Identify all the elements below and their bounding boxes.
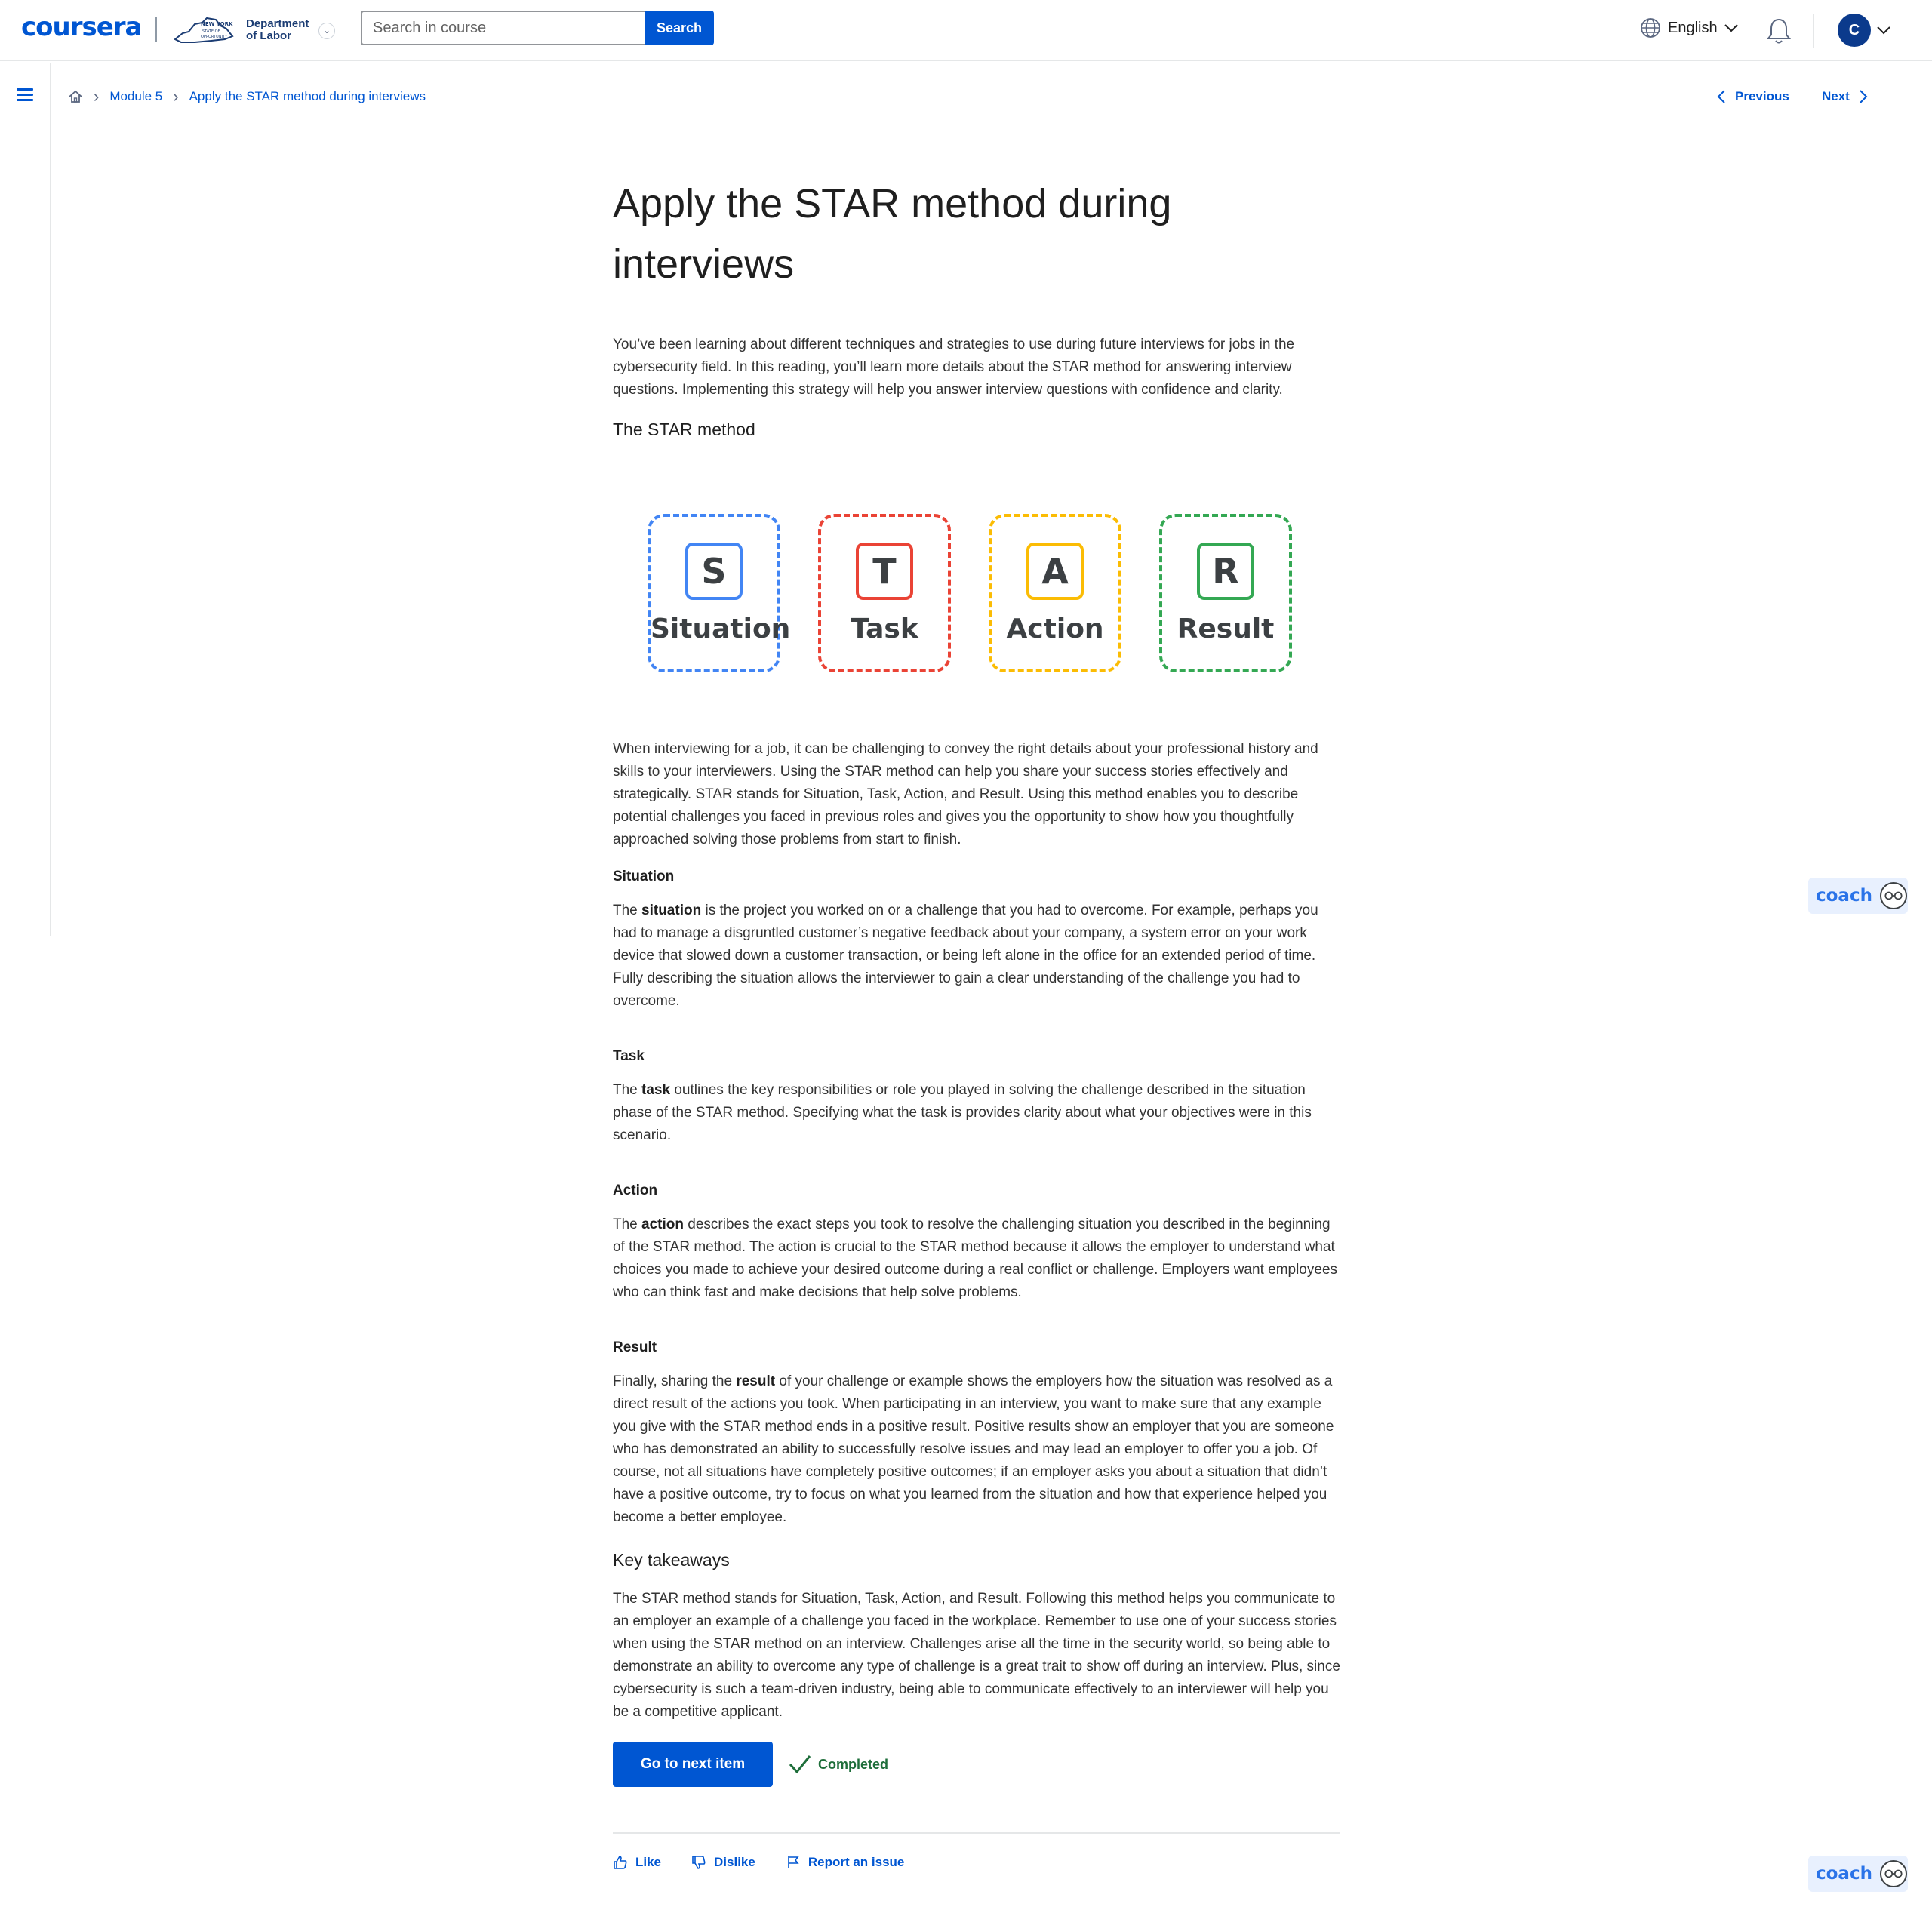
dislike-button[interactable]: Dislike xyxy=(691,1855,755,1870)
report-issue-label: Report an issue xyxy=(808,1855,905,1869)
star-overview-paragraph: When interviewing for a job, it can be c… xyxy=(613,741,1318,847)
action-text-pre: The xyxy=(613,1216,642,1232)
svg-text:NEW YORK: NEW YORK xyxy=(201,21,233,27)
previous-item-button[interactable]: Previous xyxy=(1717,86,1789,107)
flag-icon xyxy=(788,1856,799,1868)
top-navigation-bar: coursera NEW YORK STATE OF OPPORTUNITY D… xyxy=(0,0,1932,61)
partner-logo[interactable]: NEW YORK STATE OF OPPORTUNITY Department… xyxy=(172,12,318,48)
star-card-action: A Action xyxy=(989,514,1121,672)
thumbs-down-icon xyxy=(692,1856,706,1869)
logo-divider xyxy=(155,17,157,42)
search-button[interactable]: Search xyxy=(645,11,714,45)
breadcrumb-module-link[interactable]: Module 5 xyxy=(109,89,162,104)
key-takeaways-paragraph: The STAR method stands for Situation, Ta… xyxy=(613,1591,1340,1720)
situation-term: situation xyxy=(641,903,702,918)
coach-button[interactable]: coach xyxy=(1808,878,1908,914)
chevron-left-icon xyxy=(1717,90,1725,103)
completed-label: Completed xyxy=(818,1756,889,1772)
partner-chevron-down-icon[interactable]: ⌄ xyxy=(318,23,335,39)
situation-paragraph: The situation is the project you worked … xyxy=(613,900,1340,1013)
star-card-task: T Task xyxy=(818,514,951,672)
breadcrumb-chevron-icon: › xyxy=(94,87,100,106)
star-letter: R xyxy=(1197,543,1254,600)
header-divider xyxy=(1813,14,1814,48)
page-title: Apply the STAR method during interviews xyxy=(613,181,1172,287)
account-chevron-down-icon[interactable] xyxy=(1876,23,1891,38)
result-text-post: of your challenge or example shows the e… xyxy=(613,1373,1334,1525)
next-item-link[interactable]: Next xyxy=(1822,86,1868,107)
coach-button-bottom[interactable]: coach xyxy=(1808,1856,1908,1892)
star-letter: S xyxy=(685,543,743,600)
situation-heading: Situation xyxy=(613,869,675,884)
course-search: Search xyxy=(361,11,714,45)
chevron-right-icon xyxy=(1860,90,1868,103)
checkmark-icon xyxy=(789,1755,811,1774)
chevron-down-icon xyxy=(1724,24,1738,32)
result-paragraph: Finally, sharing the result of your chal… xyxy=(613,1370,1340,1529)
star-word: Task xyxy=(851,614,918,644)
star-letter: A xyxy=(1026,543,1084,600)
svg-text:OPPORTUNITY: OPPORTUNITY xyxy=(201,35,228,39)
dislike-label: Dislike xyxy=(714,1855,755,1869)
action-term: action xyxy=(641,1216,684,1232)
star-method-diagram: S Situation T Task A Action R Result xyxy=(613,457,1340,729)
report-issue-button[interactable]: Report an issue xyxy=(786,1855,905,1870)
star-card-result: R Result xyxy=(1159,514,1292,672)
star-letter: T xyxy=(856,543,913,600)
new-york-state-mark-icon: NEW YORK STATE OF OPPORTUNITY xyxy=(174,17,234,43)
star-word: Situation xyxy=(651,614,791,644)
search-input[interactable] xyxy=(361,11,645,45)
language-label: English xyxy=(1668,19,1718,36)
star-word: Result xyxy=(1177,614,1275,644)
coach-glasses-icon xyxy=(1879,882,1907,909)
coach-label: coach xyxy=(1816,886,1872,906)
task-paragraph: The task outlines the key responsibiliti… xyxy=(613,1079,1340,1147)
intro-paragraph: You’ve been learning about different tec… xyxy=(613,337,1295,398)
feedback-divider xyxy=(613,1832,1340,1834)
thumbs-up-icon xyxy=(614,1856,627,1869)
feedback-bar: Like Dislike Report an issue xyxy=(613,1855,1340,1870)
breadcrumb: › Module 5 › Apply the STAR method durin… xyxy=(68,86,426,107)
action-text-post: describes the exact steps you took to re… xyxy=(613,1216,1338,1300)
situation-text-pre: The xyxy=(613,903,642,918)
completed-status: Completed xyxy=(788,1754,888,1775)
task-term: task xyxy=(641,1082,671,1098)
star-card-situation: S Situation xyxy=(648,514,791,672)
coursera-logo[interactable]: coursera xyxy=(21,12,142,42)
action-heading: Action xyxy=(613,1183,658,1198)
star-method-heading: The STAR method xyxy=(613,420,755,439)
task-text-post: outlines the key responsibilities or rol… xyxy=(613,1082,1312,1143)
course-side-rail xyxy=(0,63,51,936)
previous-label: Previous xyxy=(1735,89,1789,103)
task-text-pre: The xyxy=(613,1082,642,1098)
notifications-bell-icon[interactable] xyxy=(1766,17,1792,45)
next-label: Next xyxy=(1822,89,1850,103)
svg-text:STATE OF: STATE OF xyxy=(202,29,220,34)
star-word: Action xyxy=(1006,614,1104,644)
breadcrumb-current-item[interactable]: Apply the STAR method during interviews xyxy=(189,89,426,104)
home-icon[interactable] xyxy=(68,89,83,104)
user-avatar[interactable]: C xyxy=(1838,14,1871,47)
result-term: result xyxy=(736,1373,776,1389)
key-takeaways-heading: Key takeaways xyxy=(613,1550,730,1570)
action-paragraph: The action describes the exact steps you… xyxy=(613,1213,1340,1304)
task-heading: Task xyxy=(613,1048,645,1064)
completion-row: Go to next item Completed xyxy=(613,1742,1340,1787)
hamburger-menu-icon[interactable] xyxy=(17,88,33,102)
language-selector[interactable]: English xyxy=(1639,17,1739,39)
result-text-pre: Finally, sharing the xyxy=(613,1373,737,1389)
partner-name: Department of Labor xyxy=(246,17,309,42)
globe-icon xyxy=(1641,18,1660,38)
coach-glasses-icon xyxy=(1879,1860,1907,1887)
breadcrumb-chevron-icon: › xyxy=(173,87,179,106)
go-to-next-item-button[interactable]: Go to next item xyxy=(613,1742,773,1787)
like-button[interactable]: Like xyxy=(613,1855,661,1870)
reading-content: Apply the STAR method during interviews … xyxy=(613,174,1340,1870)
coach-label: coach xyxy=(1816,1864,1872,1884)
situation-text-post: is the project you worked on or a challe… xyxy=(613,903,1318,1009)
like-label: Like xyxy=(635,1855,662,1869)
result-heading: Result xyxy=(613,1339,657,1355)
